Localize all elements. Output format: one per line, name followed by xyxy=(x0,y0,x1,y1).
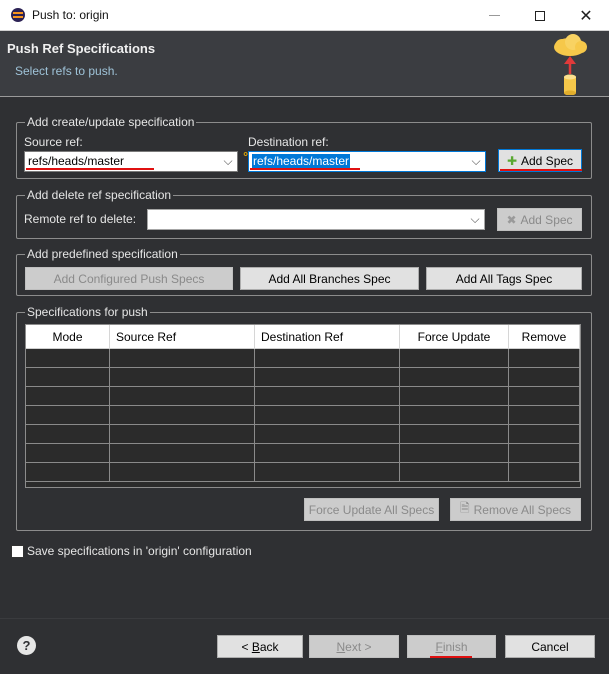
close-button[interactable]: ✕ xyxy=(563,0,609,31)
document-remove-icon: 🗎 xyxy=(459,501,470,515)
remote-ref-combo[interactable]: ⌵ xyxy=(147,209,485,230)
table-row[interactable] xyxy=(26,368,580,387)
cloud-push-icon xyxy=(554,34,587,95)
table-row[interactable] xyxy=(26,349,580,368)
footer-separator xyxy=(0,618,609,619)
plus-icon: ✚ xyxy=(506,153,517,168)
back-label-prefix: < xyxy=(241,639,252,654)
page-subtitle: Select refs to push. xyxy=(15,64,118,78)
chevron-down-icon[interactable]: ⌵ xyxy=(467,152,485,171)
add-all-tags-spec-button[interactable]: Add All Tags Spec xyxy=(426,267,582,290)
table-row[interactable] xyxy=(26,444,580,463)
title-bar: Push to: origin ✕ xyxy=(0,0,609,31)
close-icon: ✕ xyxy=(579,7,593,25)
table-row[interactable] xyxy=(26,406,580,425)
finish-underline xyxy=(430,656,472,658)
maximize-icon xyxy=(535,10,545,21)
back-label-rest: ack xyxy=(259,639,279,654)
column-header-remove[interactable]: Remove xyxy=(509,325,580,349)
source-ref-label: Source ref: xyxy=(24,135,83,149)
remove-all-specs-button[interactable]: 🗎 Remove All Specs xyxy=(450,498,581,521)
column-header-mode[interactable]: Mode xyxy=(26,325,110,349)
column-header-destination-ref[interactable]: Destination Ref xyxy=(255,325,400,349)
force-update-all-specs-button[interactable]: Force Update All Specs xyxy=(304,498,439,521)
minimize-icon xyxy=(488,15,500,16)
source-ref-value: refs/heads/master xyxy=(28,154,125,168)
back-button[interactable]: < Back xyxy=(217,635,303,658)
eclipse-icon xyxy=(11,8,25,22)
specs-table-header: Mode Source Ref Destination Ref Force Up… xyxy=(26,325,580,349)
destination-ref-underline xyxy=(250,168,360,170)
back-label-mnemonic: B xyxy=(251,639,260,654)
maximize-button[interactable] xyxy=(517,0,563,31)
remote-ref-label: Remote ref to delete: xyxy=(24,212,137,226)
predefined-legend: Add predefined specification xyxy=(25,247,180,261)
delete-add-spec-label: Add Spec xyxy=(520,212,573,227)
remove-all-specs-label: Remove All Specs xyxy=(473,502,572,517)
specs-table[interactable]: Mode Source Ref Destination Ref Force Up… xyxy=(25,324,581,488)
specs-legend: Specifications for push xyxy=(25,305,150,319)
destination-ref-label: Destination ref: xyxy=(248,135,329,149)
delete-add-spec-button[interactable]: ✖ Add Spec xyxy=(497,208,582,231)
next-label-mnemonic: N xyxy=(336,639,346,654)
chevron-down-icon[interactable]: ⌵ xyxy=(466,210,484,229)
table-row[interactable] xyxy=(26,387,580,406)
finish-label-rest: inish xyxy=(442,639,468,654)
table-row[interactable] xyxy=(26,463,580,482)
help-icon[interactable]: ? xyxy=(17,636,36,655)
create-update-legend: Add create/update specification xyxy=(25,115,197,129)
next-button[interactable]: Next > xyxy=(309,635,399,658)
finish-label-mnemonic: F xyxy=(435,639,443,654)
add-spec-underline xyxy=(500,169,582,171)
page-title: Push Ref Specifications xyxy=(7,41,156,56)
column-header-force-update[interactable]: Force Update xyxy=(400,325,509,349)
add-all-branches-spec-button[interactable]: Add All Branches Spec xyxy=(240,267,419,290)
wizard-header: Push Ref Specifications Select refs to p… xyxy=(0,31,609,97)
finish-button[interactable]: Finish xyxy=(407,635,496,658)
next-label-rest: ext > xyxy=(345,639,372,654)
table-row[interactable] xyxy=(26,425,580,444)
destination-ref-value: refs/heads/master xyxy=(252,154,351,168)
add-spec-label: Add Spec xyxy=(521,153,574,168)
source-ref-underline xyxy=(26,168,154,170)
chevron-down-icon[interactable]: ⌵ xyxy=(219,152,237,171)
column-header-source-ref[interactable]: Source Ref xyxy=(110,325,255,349)
window-title: Push to: origin xyxy=(32,8,109,22)
save-config-label[interactable]: Save specifications in 'origin' configur… xyxy=(27,544,252,558)
cancel-button[interactable]: Cancel xyxy=(505,635,595,658)
save-config-checkbox[interactable] xyxy=(11,545,24,558)
remove-icon: ✖ xyxy=(506,212,517,227)
add-configured-push-specs-button[interactable]: Add Configured Push Specs xyxy=(25,267,233,290)
delete-ref-legend: Add delete ref specification xyxy=(25,188,174,202)
minimize-button[interactable] xyxy=(471,0,517,31)
